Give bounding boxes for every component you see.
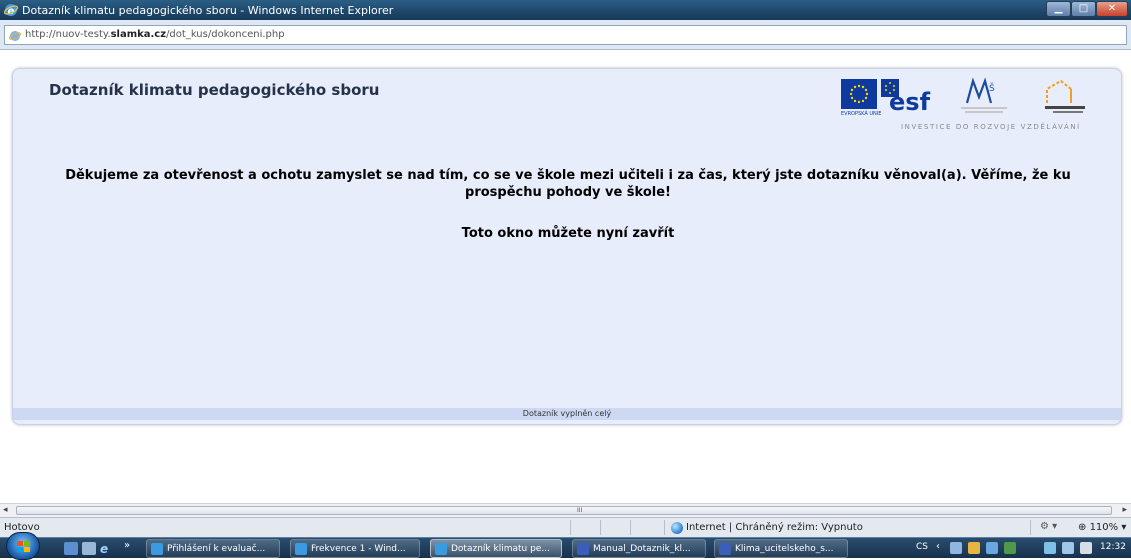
windows-logo-icon	[17, 541, 30, 552]
invest-caption: INVESTICE DO ROZVOJE VZDĚLÁVÁNÍ	[901, 123, 1081, 131]
tray-security-icon[interactable]	[968, 542, 980, 554]
close-window-message: Toto okno můžete nyní zavřít	[461, 226, 675, 241]
ie-icon	[435, 543, 447, 555]
taskbar-item[interactable]: Manual_Dotaznik_kl...	[572, 539, 706, 558]
logo-strip: EVROPSKÁ UNIE esf Š INVESTICE DO ROZVOJE…	[841, 75, 1093, 133]
word-icon	[577, 543, 589, 555]
esf-logo: esf	[881, 79, 943, 116]
windows-taskbar: e » Přihlášení k evaluač... Frekvence 1 …	[0, 532, 1131, 560]
scroll-right-icon[interactable]: ▸	[1122, 505, 1127, 515]
tray-expand-icon[interactable]: ‹	[936, 541, 940, 552]
address-bar: http://nuov-testy.slamka.cz/dot_kus/doko…	[0, 20, 1131, 50]
minimize-button[interactable]: ▁	[1046, 1, 1071, 17]
zoom-level[interactable]: ⊕ 110% ▾	[1078, 522, 1126, 533]
eu-flag-logo	[841, 79, 877, 109]
tray-update-icon[interactable]	[1004, 542, 1016, 554]
page-icon	[9, 31, 21, 41]
ie-icon: e	[4, 4, 18, 17]
questionnaire-panel: Dotazník klimatu pedagogického sboru EVR…	[12, 68, 1122, 425]
system-clock[interactable]: 12:32	[1100, 542, 1126, 552]
tray-app-icon[interactable]	[950, 542, 962, 554]
eu-caption: EVROPSKÁ UNIE	[841, 111, 882, 117]
maximize-icon: □	[1078, 3, 1089, 14]
volume-icon[interactable]	[1080, 542, 1092, 554]
start-button[interactable]	[6, 532, 40, 560]
address-input[interactable]: http://nuov-testy.slamka.cz/dot_kus/doko…	[4, 25, 1127, 45]
maximize-button[interactable]: □	[1071, 1, 1096, 17]
page-content: Dotazník klimatu pedagogického sboru EVR…	[0, 51, 1131, 503]
close-icon: ✕	[1107, 3, 1117, 14]
status-divider	[630, 520, 631, 535]
taskbar-item[interactable]: Frekvence 1 - Wind...	[290, 539, 420, 558]
language-indicator[interactable]: CS	[916, 542, 928, 552]
window-titlebar[interactable]: e Dotazník klimatu pedagogického sboru -…	[0, 0, 1131, 20]
institution-logo	[1027, 75, 1091, 115]
status-divider	[664, 520, 665, 535]
taskbar-item[interactable]: Přihlášení k evaluač...	[146, 539, 280, 558]
security-zone[interactable]: Internet | Chráněný režim: Vypnuto	[670, 522, 863, 533]
window-title: Dotazník klimatu pedagogického sboru - W…	[22, 4, 394, 17]
status-divider	[570, 520, 571, 535]
msmt-logo: Š	[953, 75, 1013, 115]
svg-text:esf: esf	[889, 88, 931, 111]
horizontal-scrollbar[interactable]: ◂ III ▸	[0, 503, 1131, 517]
close-button[interactable]: ✕	[1096, 1, 1128, 17]
switch-windows-icon[interactable]	[82, 542, 96, 555]
scroll-thumb[interactable]: III	[16, 506, 1112, 515]
completion-footer: Dotazník vyplněn celý	[13, 408, 1121, 420]
scroll-left-icon[interactable]: ◂	[3, 505, 8, 515]
status-divider	[1030, 520, 1031, 535]
page-title: Dotazník klimatu pedagogického sboru	[49, 81, 380, 99]
thank-you-message: Děkujeme za otevřenost a ochotu zamyslet…	[65, 168, 1071, 200]
scroll-grip: III	[577, 507, 583, 514]
ie-icon	[151, 543, 163, 555]
taskbar-item[interactable]: Klima_ucitelskeho_s...	[714, 539, 848, 558]
ie-quicklaunch-icon[interactable]: e	[100, 542, 114, 556]
url-text: http://nuov-testy.slamka.cz/dot_kus/doko…	[25, 29, 285, 40]
tray-network2-icon[interactable]	[1062, 542, 1074, 554]
ie-icon	[295, 543, 307, 555]
protected-mode-icon[interactable]: ⚙ ▾	[1040, 521, 1057, 532]
svg-text:Š: Š	[989, 82, 995, 94]
minimize-icon: ▁	[1054, 3, 1063, 14]
word-icon	[719, 543, 731, 555]
tray-display-icon[interactable]	[1044, 542, 1056, 554]
status-bar: Hotovo Internet | Chráněný režim: Vypnut…	[0, 517, 1131, 537]
show-desktop-icon[interactable]	[64, 542, 78, 555]
status-divider	[600, 520, 601, 535]
tray-network-icon[interactable]	[986, 542, 998, 554]
taskbar-item-active[interactable]: Dotazník klimatu pe...	[430, 539, 562, 558]
quicklaunch-more-icon[interactable]: »	[124, 540, 130, 551]
